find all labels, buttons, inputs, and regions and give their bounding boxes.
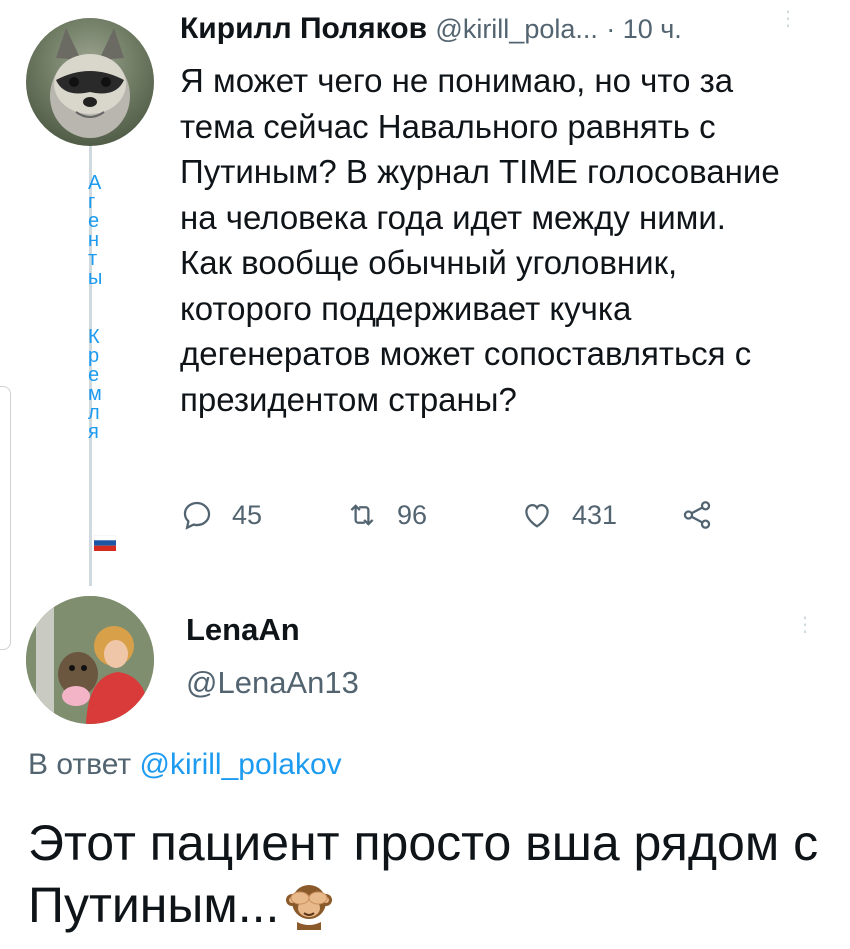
like-button[interactable]: 431 <box>520 498 617 532</box>
russian-flag-icon <box>94 535 116 551</box>
tweet-text: Этот пациент просто вша рядом с Путиным.… <box>28 812 828 936</box>
author-name[interactable]: Кирилл Поляков <box>180 12 427 45</box>
screen-edge-handle <box>0 386 11 650</box>
tweet-text-content: Этот пациент просто вша рядом с Путиным.… <box>28 815 819 933</box>
author-handle[interactable]: @LenaAn13 <box>186 665 359 701</box>
raccoon-avatar-image <box>50 28 130 138</box>
tweet-header: Кирилл Поляков @kirill_pola... · 10 ч. <box>180 12 682 46</box>
author-handle[interactable]: @kirill_pola... <box>435 14 597 44</box>
author-name[interactable]: LenaAn <box>186 612 300 648</box>
likes-count: 431 <box>572 499 618 530</box>
share-icon <box>683 501 711 529</box>
avatar-kirill[interactable] <box>26 18 154 146</box>
reply-prefix: В ответ <box>28 748 132 781</box>
replies-count: 45 <box>232 499 263 530</box>
reply-mention-link[interactable]: @kirill_polakov <box>139 748 341 781</box>
share-button[interactable] <box>680 498 732 532</box>
lenaan-avatar-image <box>26 596 154 724</box>
more-vertical-icon[interactable]: ⋮ <box>778 9 798 29</box>
retweets-count: 96 <box>397 499 428 530</box>
tweet-time[interactable]: · 10 ч. <box>606 14 682 44</box>
side-letter: я <box>88 421 99 443</box>
reply-icon <box>183 501 211 530</box>
side-vertical-text: А г е н т ы К р е м л я <box>88 173 118 443</box>
side-letter <box>88 288 118 328</box>
heart-icon <box>525 503 549 528</box>
tweet-actions-bar: 45 96 431 <box>180 498 740 542</box>
tweet-text: Я может чего не понимаю, но что за тема … <box>180 62 780 418</box>
more-vertical-icon[interactable]: ⋮ <box>795 615 815 635</box>
avatar-lenaan[interactable] <box>26 596 154 724</box>
reply-button[interactable]: 45 <box>180 498 262 532</box>
see-no-evil-monkey-emoji <box>286 885 333 930</box>
reply-context: В ответ @kirill_polakov <box>28 748 342 782</box>
retweet-icon <box>350 504 374 526</box>
retweet-button[interactable]: 96 <box>345 498 427 532</box>
side-letter: ы <box>88 267 103 289</box>
